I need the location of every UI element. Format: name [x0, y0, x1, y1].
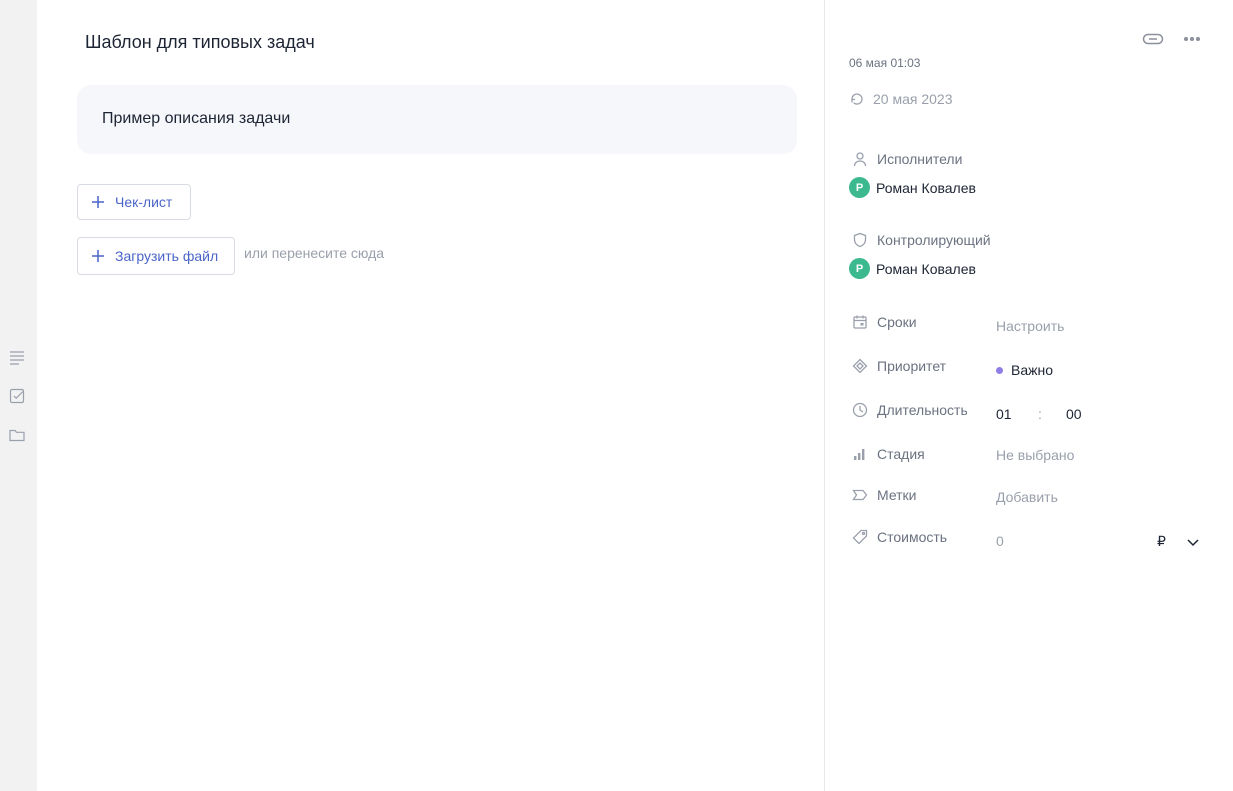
left-rail	[0, 0, 37, 791]
controller-label-row: Контролирующий	[852, 232, 991, 248]
price-tag-icon	[852, 529, 868, 545]
deadline-label-row: Сроки	[852, 314, 967, 330]
clock-icon	[852, 402, 868, 418]
plus-icon	[92, 250, 104, 262]
controller-item[interactable]: Р Роман Ковалев	[849, 258, 976, 279]
shield-icon	[853, 232, 867, 248]
avatar: Р	[849, 258, 870, 279]
drop-hint: или перенесите сюда	[244, 245, 385, 261]
duration-label: Длительность	[877, 402, 967, 418]
more-icon[interactable]	[1181, 28, 1203, 50]
stage-value[interactable]: Не выбрано	[996, 447, 1074, 463]
folder-icon[interactable]	[8, 426, 26, 444]
priority-dot	[996, 366, 1003, 374]
stage-label-row: Стадия	[852, 446, 967, 462]
tags-label: Метки	[877, 487, 917, 503]
controller-label: Контролирующий	[877, 232, 991, 248]
user-icon	[853, 152, 867, 167]
cost-input[interactable]: 0	[996, 533, 1004, 549]
deadline-value[interactable]: Настроить	[996, 318, 1064, 334]
priority-label: Приоритет	[877, 358, 947, 374]
task-title[interactable]: Шаблон для типовых задач	[85, 32, 315, 53]
assignee-name: Роман Ковалев	[876, 179, 976, 196]
tags-label-row: Метки	[852, 487, 967, 503]
add-checklist-button[interactable]: Чек-лист	[77, 184, 191, 220]
upload-file-label: Загрузить файл	[115, 248, 219, 264]
task-side-panel: 06 мая 01:03 20 мая 2023 Исполнители Р Р…	[825, 0, 1233, 791]
cost-label-row: Стоимость	[852, 529, 967, 545]
duration-label-row: Длительность	[852, 402, 967, 418]
plus-icon	[92, 196, 104, 208]
duration-input[interactable]: 01 : 00	[996, 406, 1082, 422]
bar-chart-icon	[854, 449, 865, 460]
priority-icon	[852, 358, 868, 374]
currency-symbol[interactable]: ₽	[1157, 533, 1166, 550]
task-description[interactable]: Пример описания задачи	[77, 85, 797, 154]
priority-label-row: Приоритет	[852, 358, 967, 374]
controller-name: Роман Ковалев	[876, 260, 976, 277]
duration-hours[interactable]: 01	[996, 406, 1012, 422]
upload-file-button[interactable]: Загрузить файл	[77, 237, 235, 275]
chevron-down-icon[interactable]	[1185, 534, 1201, 550]
add-checklist-label: Чек-лист	[115, 194, 173, 210]
assignee-item[interactable]: Р Роман Ковалев	[849, 177, 976, 198]
link-icon[interactable]	[1142, 28, 1164, 50]
history-icon	[851, 93, 863, 105]
duration-separator: :	[1038, 406, 1042, 422]
created-date: 06 мая 01:03	[849, 56, 921, 70]
deadline-label: Сроки	[877, 314, 917, 330]
description-text: Пример описания задачи	[102, 110, 291, 127]
duration-minutes[interactable]: 00	[1066, 406, 1082, 422]
cost-label: Стоимость	[877, 529, 948, 545]
updated-date-row: 20 мая 2023	[849, 91, 953, 107]
avatar: Р	[849, 177, 870, 198]
updated-date: 20 мая 2023	[873, 91, 953, 107]
tag-icon	[852, 489, 868, 501]
task-main-panel: Шаблон для типовых задач Пример описания…	[37, 0, 824, 791]
assignees-label: Исполнители	[877, 151, 963, 167]
calendar-icon	[853, 315, 867, 329]
stage-label: Стадия	[877, 446, 925, 462]
priority-text: Важно	[1011, 362, 1054, 378]
description-icon[interactable]	[8, 348, 26, 366]
assignees-label-row: Исполнители	[852, 151, 962, 167]
tags-value[interactable]: Добавить	[996, 489, 1058, 505]
checklist-icon[interactable]	[8, 387, 26, 405]
priority-value[interactable]: Важно	[996, 362, 1053, 378]
